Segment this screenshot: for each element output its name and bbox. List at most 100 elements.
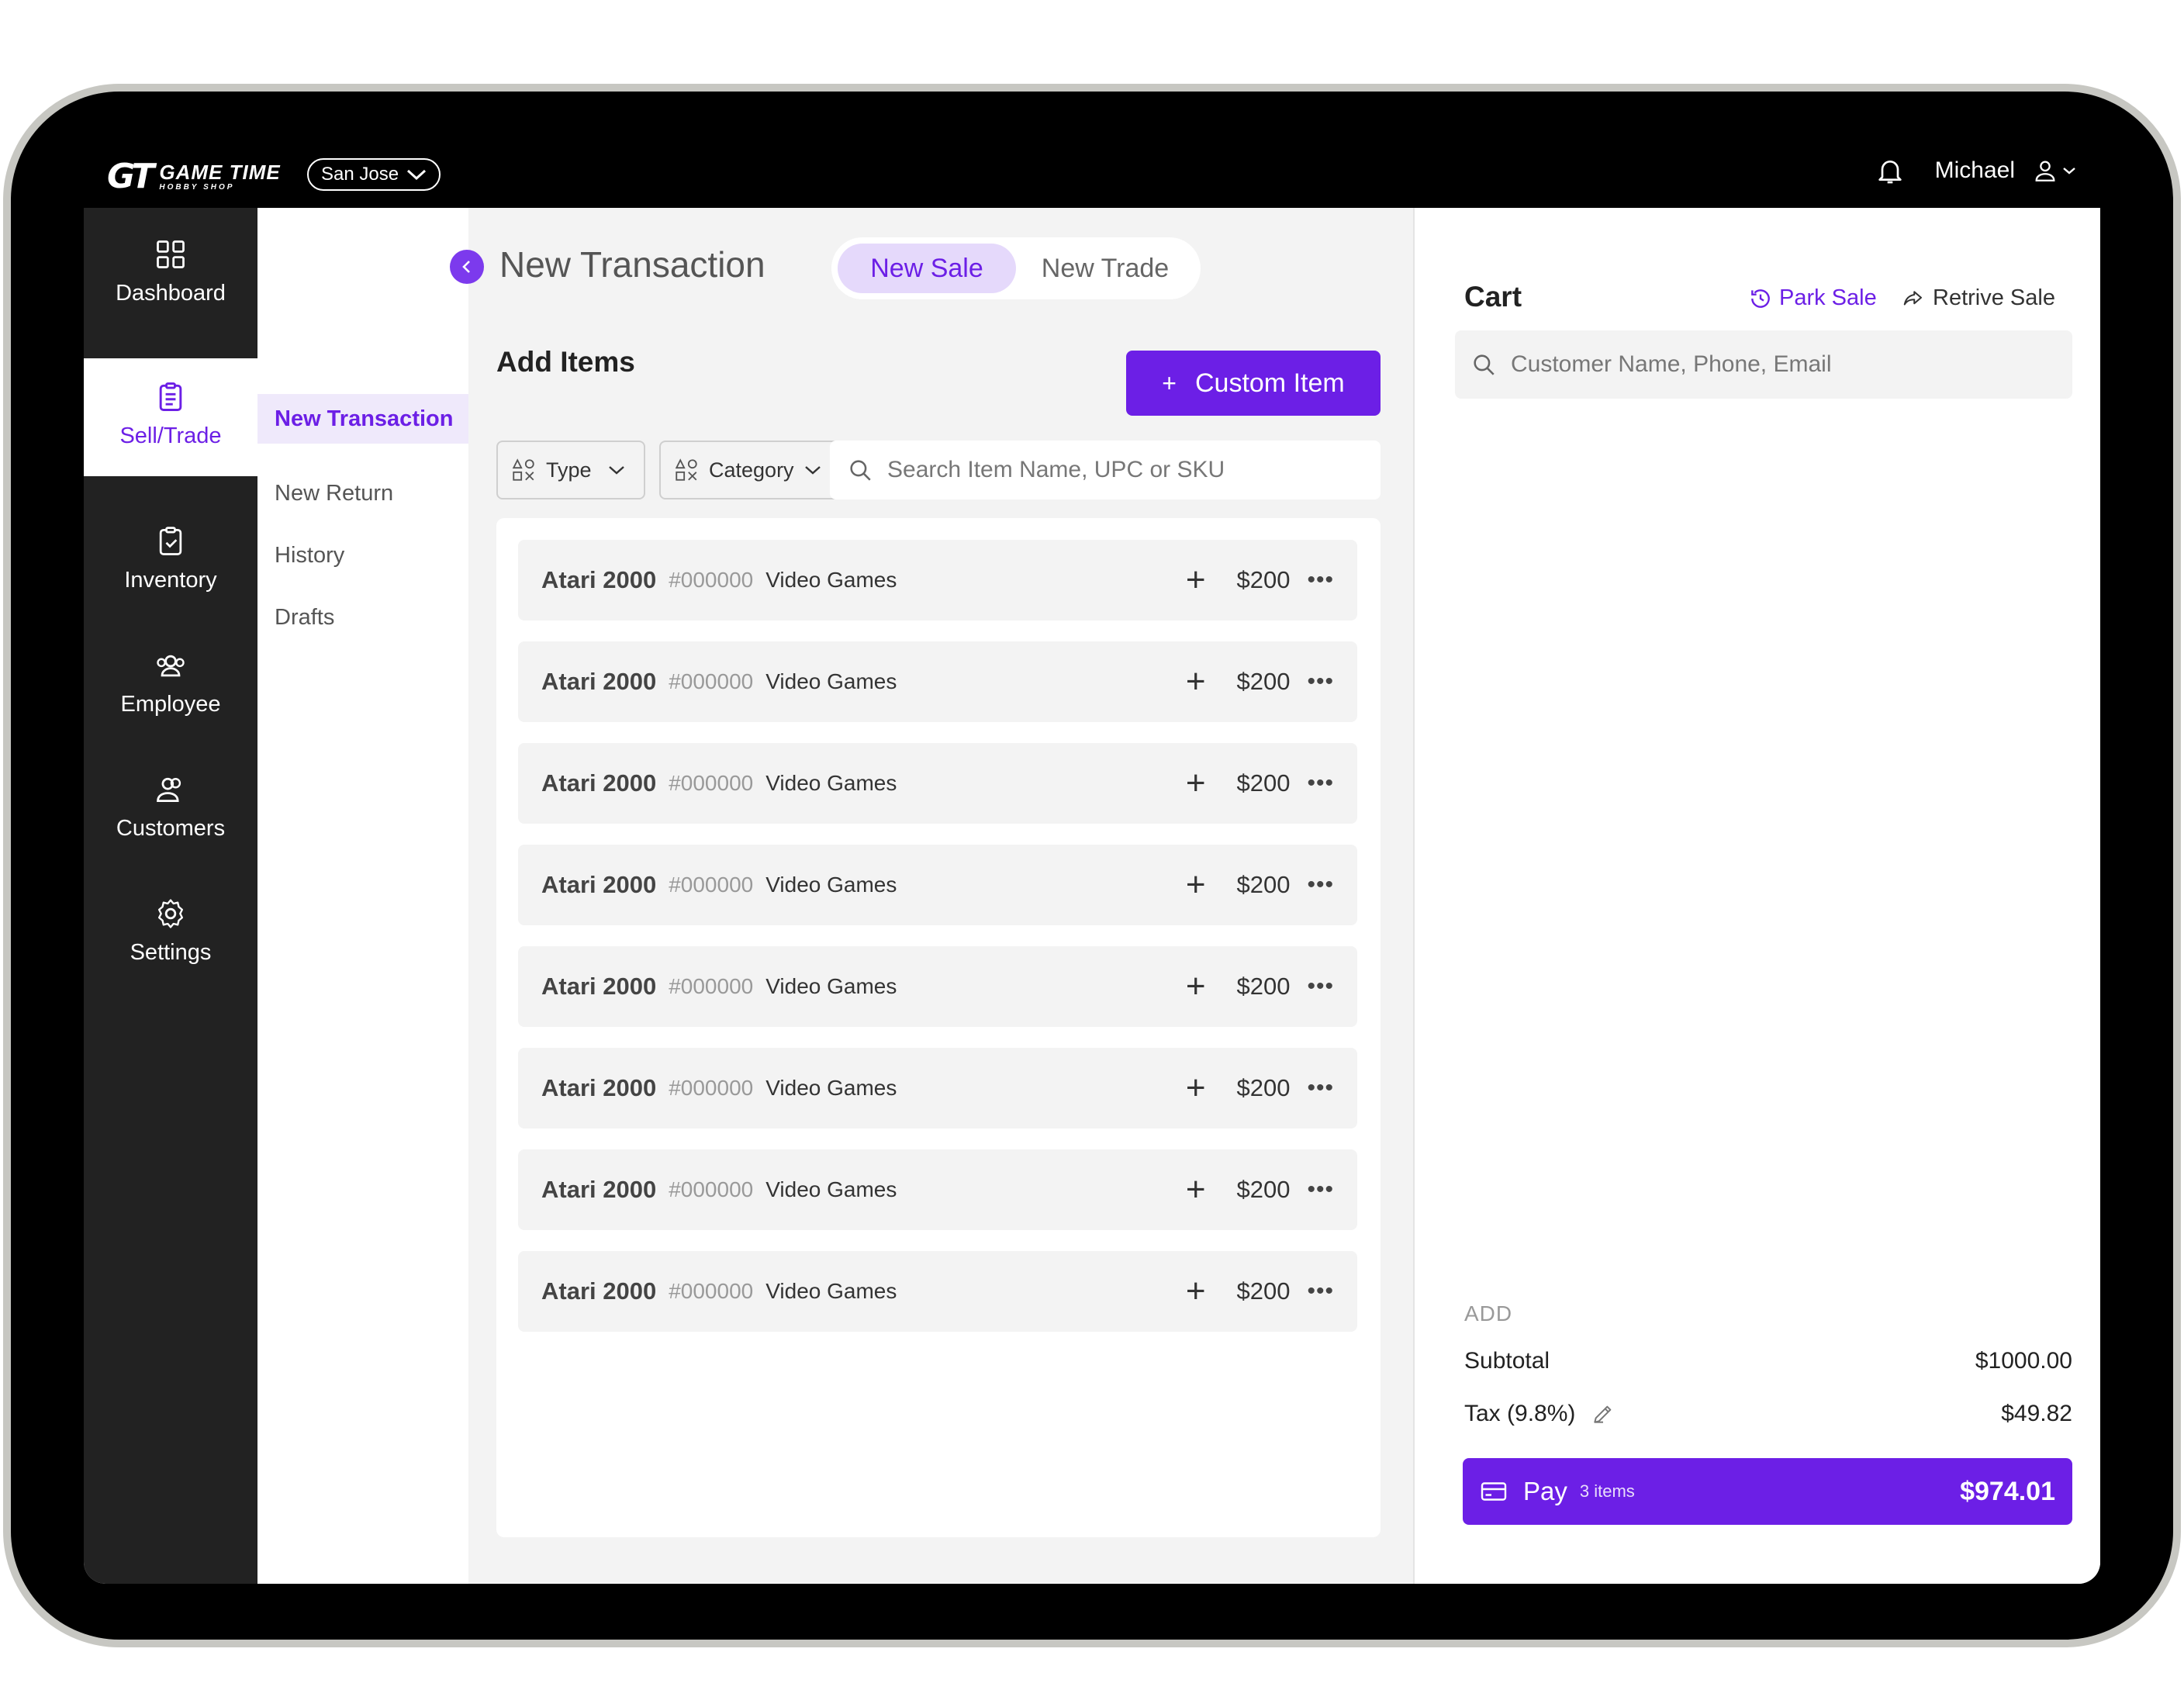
- tax-label: Tax (9.8%): [1464, 1401, 1576, 1426]
- item-price: $200: [1236, 668, 1291, 695]
- list-item[interactable]: Atari 2000 #000000 Video Games + $200 ••…: [518, 845, 1357, 925]
- item-name: Atari 2000: [541, 1074, 657, 1101]
- sidebar-item-label: Inventory: [124, 568, 217, 593]
- logo-subtitle: HOBBY SHOP: [159, 182, 235, 192]
- type-filter[interactable]: Type: [496, 441, 645, 499]
- subnav-item-new-return[interactable]: New Return: [275, 481, 393, 506]
- employee-icon: [157, 655, 185, 677]
- sidebar-item-inventory[interactable]: Inventory: [84, 524, 257, 593]
- sidebar-item-label: Settings: [130, 940, 212, 965]
- list-item[interactable]: Atari 2000 #000000 Video Games + $200 ••…: [518, 1149, 1357, 1230]
- custom-item-button[interactable]: + Custom Item: [1126, 351, 1381, 416]
- more-icon[interactable]: •••: [1307, 1278, 1334, 1305]
- item-list: Atari 2000 #000000 Video Games + $200 ••…: [496, 518, 1381, 1537]
- subtotal-row: Subtotal $1000.00: [1464, 1348, 2072, 1374]
- more-icon[interactable]: •••: [1307, 770, 1334, 797]
- cart-panel: Cart Park Sale Retrive Sale Customer Nam…: [1413, 208, 2100, 1584]
- item-sku: #000000: [669, 771, 754, 795]
- customer-search-placeholder: Customer Name, Phone, Email: [1511, 351, 1832, 377]
- bell-icon[interactable]: [1875, 155, 1906, 186]
- sidebar-item-customers[interactable]: Customers: [84, 772, 257, 842]
- chevron-down-icon: [407, 169, 427, 181]
- edit-icon[interactable]: [1591, 1401, 1616, 1426]
- subnav-item-history[interactable]: History: [275, 543, 344, 569]
- list-item[interactable]: Atari 2000 #000000 Video Games + $200 ••…: [518, 1251, 1357, 1332]
- cart-title: Cart: [1464, 281, 1522, 313]
- subnav-item-new-transaction[interactable]: New Transaction: [257, 394, 468, 444]
- customer-search-input[interactable]: Customer Name, Phone, Email: [1455, 330, 2072, 399]
- add-item-button[interactable]: +: [1186, 766, 1206, 800]
- user-name[interactable]: Michael: [1935, 157, 2015, 184]
- sidebar-item-settings[interactable]: Settings: [84, 897, 257, 966]
- gear-icon: [157, 899, 184, 928]
- pay-total: $974.01: [1960, 1476, 2055, 1506]
- back-button[interactable]: [450, 250, 484, 284]
- chevron-down-icon: [608, 466, 624, 475]
- item-category: Video Games: [765, 873, 897, 897]
- item-sku: #000000: [669, 669, 754, 693]
- add-item-button[interactable]: +: [1186, 563, 1206, 597]
- custom-item-label: Custom Item: [1194, 368, 1345, 398]
- sidebar-item-label: Sell/Trade: [119, 423, 222, 448]
- share-arrow-icon: [1903, 290, 1922, 305]
- sidebar-item-dashboard[interactable]: Dashboard: [84, 237, 257, 352]
- item-name: Atari 2000: [541, 566, 657, 593]
- store-select[interactable]: San Jose: [307, 158, 441, 191]
- store-select-label: San Jose: [321, 164, 399, 185]
- retrieve-sale-label: Retrive Sale: [1933, 285, 2055, 310]
- clipboard-icon: [159, 382, 182, 411]
- item-category: Video Games: [765, 568, 897, 592]
- sidebar-item-label: Employee: [120, 692, 221, 717]
- park-sale-button[interactable]: Park Sale: [1748, 285, 1877, 311]
- sidebar-item-employee[interactable]: Employee: [84, 648, 257, 717]
- subnav-item-drafts[interactable]: Drafts: [275, 605, 334, 631]
- category-filter-label: Category: [709, 458, 794, 482]
- add-item-button[interactable]: +: [1186, 969, 1206, 1004]
- pay-item-count: 3 items: [1579, 1481, 1635, 1501]
- tab-new-sale[interactable]: New Sale: [838, 244, 1016, 293]
- sidebar-item-sell-trade[interactable]: Sell/Trade: [84, 358, 257, 476]
- item-category: Video Games: [765, 771, 897, 795]
- item-name: Atari 2000: [541, 769, 657, 797]
- list-item[interactable]: Atari 2000 #000000 Video Games + $200 ••…: [518, 946, 1357, 1027]
- more-icon[interactable]: •••: [1307, 1177, 1334, 1203]
- add-item-button[interactable]: +: [1186, 665, 1206, 699]
- retrieve-sale-button[interactable]: Retrive Sale: [1902, 285, 2055, 311]
- item-sku: #000000: [669, 974, 754, 998]
- item-price: $200: [1236, 1074, 1291, 1101]
- more-icon[interactable]: •••: [1307, 1075, 1334, 1101]
- add-item-button[interactable]: +: [1186, 1071, 1206, 1105]
- more-icon[interactable]: •••: [1307, 669, 1334, 695]
- item-category: Video Games: [765, 669, 897, 693]
- add-item-button[interactable]: +: [1186, 868, 1206, 902]
- user-icon[interactable]: [2032, 157, 2058, 184]
- chevron-left-icon: [462, 261, 470, 273]
- list-item[interactable]: Atari 2000 #000000 Video Games + $200 ••…: [518, 743, 1357, 824]
- page-title: New Transaction: [499, 244, 765, 285]
- item-name: Atari 2000: [541, 973, 657, 1000]
- item-search-input[interactable]: Search Item Name, UPC or SKU: [830, 441, 1381, 499]
- list-item[interactable]: Atari 2000 #000000 Video Games + $200 ••…: [518, 1048, 1357, 1128]
- main-content: New Transaction New Sale New Trade Add I…: [450, 208, 1413, 1584]
- grid-icon: [157, 240, 185, 268]
- more-icon[interactable]: •••: [1307, 567, 1334, 593]
- pay-button[interactable]: Pay 3 items $974.01: [1463, 1458, 2072, 1525]
- logo-mark: GT: [107, 157, 154, 196]
- add-item-button[interactable]: +: [1186, 1173, 1206, 1207]
- add-label[interactable]: ADD: [1464, 1301, 1512, 1326]
- sidebar-item-label: Dashboard: [116, 281, 226, 306]
- list-item[interactable]: Atari 2000 #000000 Video Games + $200 ••…: [518, 641, 1357, 722]
- chevron-down-icon[interactable]: [2061, 165, 2077, 176]
- item-category: Video Games: [765, 1076, 897, 1100]
- item-search-placeholder: Search Item Name, UPC or SKU: [887, 457, 1225, 482]
- item-price: $200: [1236, 769, 1291, 797]
- category-filter[interactable]: Category: [659, 441, 844, 499]
- tab-new-trade[interactable]: New Trade: [1016, 244, 1194, 293]
- more-icon[interactable]: •••: [1307, 872, 1334, 898]
- app-screen: Dashboard Sell/Trade Inventory Employee …: [84, 208, 2100, 1584]
- more-icon[interactable]: •••: [1307, 973, 1334, 1000]
- add-item-button[interactable]: +: [1186, 1274, 1206, 1308]
- list-item[interactable]: Atari 2000 #000000 Video Games + $200 ••…: [518, 540, 1357, 620]
- item-price: $200: [1236, 973, 1291, 1000]
- park-sale-label: Park Sale: [1779, 285, 1877, 310]
